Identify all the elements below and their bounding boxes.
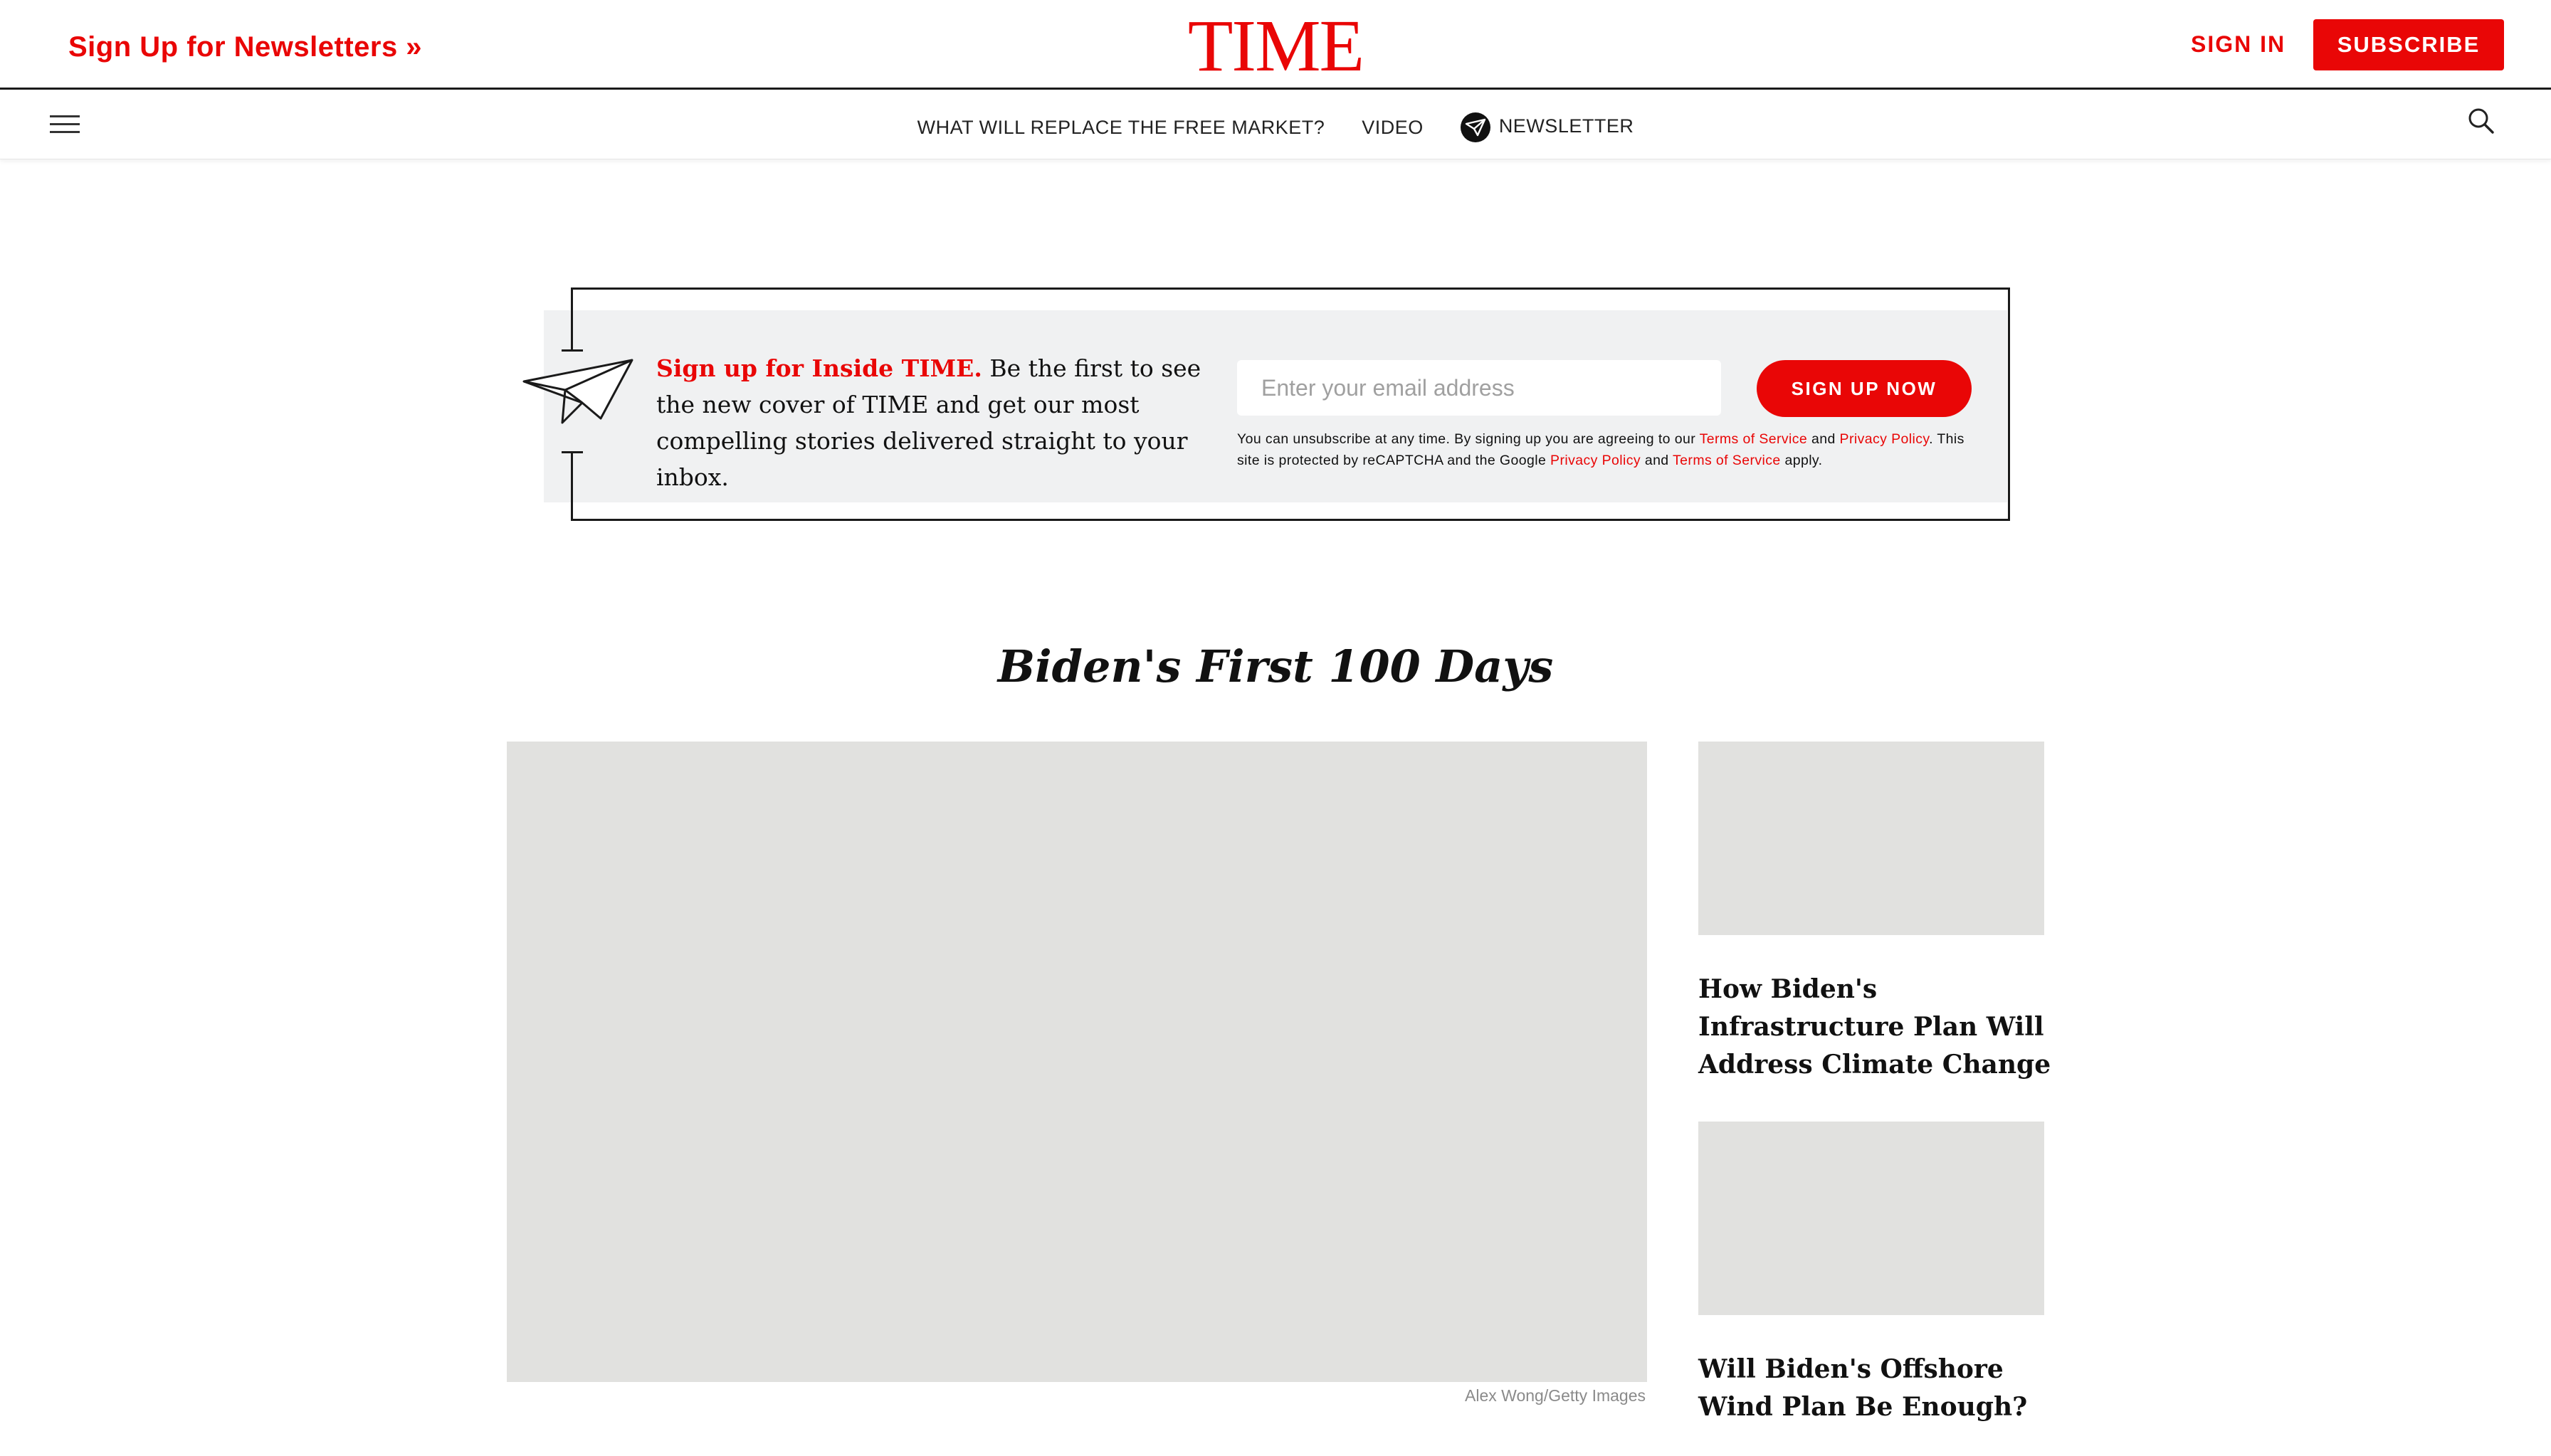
privacy-policy-link[interactable]: Privacy Policy	[1840, 431, 1930, 447]
legal-text: You can unsubscribe at any time. By sign…	[1237, 431, 1700, 447]
frame-tick	[562, 349, 583, 352]
sign-up-now-button[interactable]: SIGN UP NOW	[1757, 360, 1972, 417]
frame-line	[571, 287, 573, 352]
frame-tick	[562, 451, 583, 453]
section-title: Biden's First 100 Days	[997, 640, 1554, 692]
nav-item-free-market[interactable]: WHAT WILL REPLACE THE FREE MARKET?	[917, 117, 1325, 139]
nav-newsletter-label: NEWSLETTER	[1498, 115, 1634, 137]
legal-disclaimer: You can unsubscribe at any time. By sign…	[1237, 428, 1977, 471]
paper-plane-icon	[522, 359, 633, 424]
legal-text: and	[1641, 453, 1673, 468]
sign-in-link[interactable]: SIGN IN	[2191, 31, 2286, 58]
hero-photo-credit: Alex Wong/Getty Images	[1465, 1386, 1646, 1405]
google-terms-of-service-link[interactable]: Terms of Service	[1673, 453, 1781, 468]
legal-text: and	[1807, 431, 1840, 447]
side-story-headline[interactable]: Will Biden's Offshore Wind Plan Be Enoug…	[1698, 1351, 2054, 1426]
terms-of-service-link[interactable]: Terms of Service	[1700, 431, 1808, 447]
email-input[interactable]	[1237, 360, 1721, 416]
paper-plane-icon	[1460, 112, 1490, 142]
side-story-image[interactable]	[1698, 1122, 2044, 1315]
nav-links: WHAT WILL REPLACE THE FREE MARKET? VIDEO…	[0, 112, 2551, 142]
side-story-headline[interactable]: How Biden's Infrastructure Plan Will Add…	[1698, 971, 2054, 1084]
newsletter-pitch: Sign up for Inside TIME. Be the first to…	[656, 350, 1211, 495]
nav-item-newsletter[interactable]: NEWSLETTER	[1460, 112, 1634, 142]
side-story-image[interactable]	[1698, 742, 2044, 935]
subscribe-button[interactable]: SUBSCRIBE	[2313, 19, 2504, 70]
time-logo[interactable]: TIME	[0, 5, 2551, 87]
search-icon[interactable]	[2467, 107, 2495, 135]
google-privacy-policy-link[interactable]: Privacy Policy	[1550, 453, 1641, 468]
newsletter-pitch-highlight: Sign up for Inside TIME.	[656, 354, 982, 382]
nav-item-video[interactable]: VIDEO	[1362, 117, 1424, 139]
frame-line	[571, 451, 573, 521]
nav-bar: WHAT WILL REPLACE THE FREE MARKET? VIDEO…	[0, 90, 2551, 159]
legal-text: apply.	[1780, 453, 1823, 468]
hero-image[interactable]	[507, 742, 1647, 1382]
top-bar: Sign Up for Newsletters » TIME SIGN IN S…	[0, 0, 2551, 90]
